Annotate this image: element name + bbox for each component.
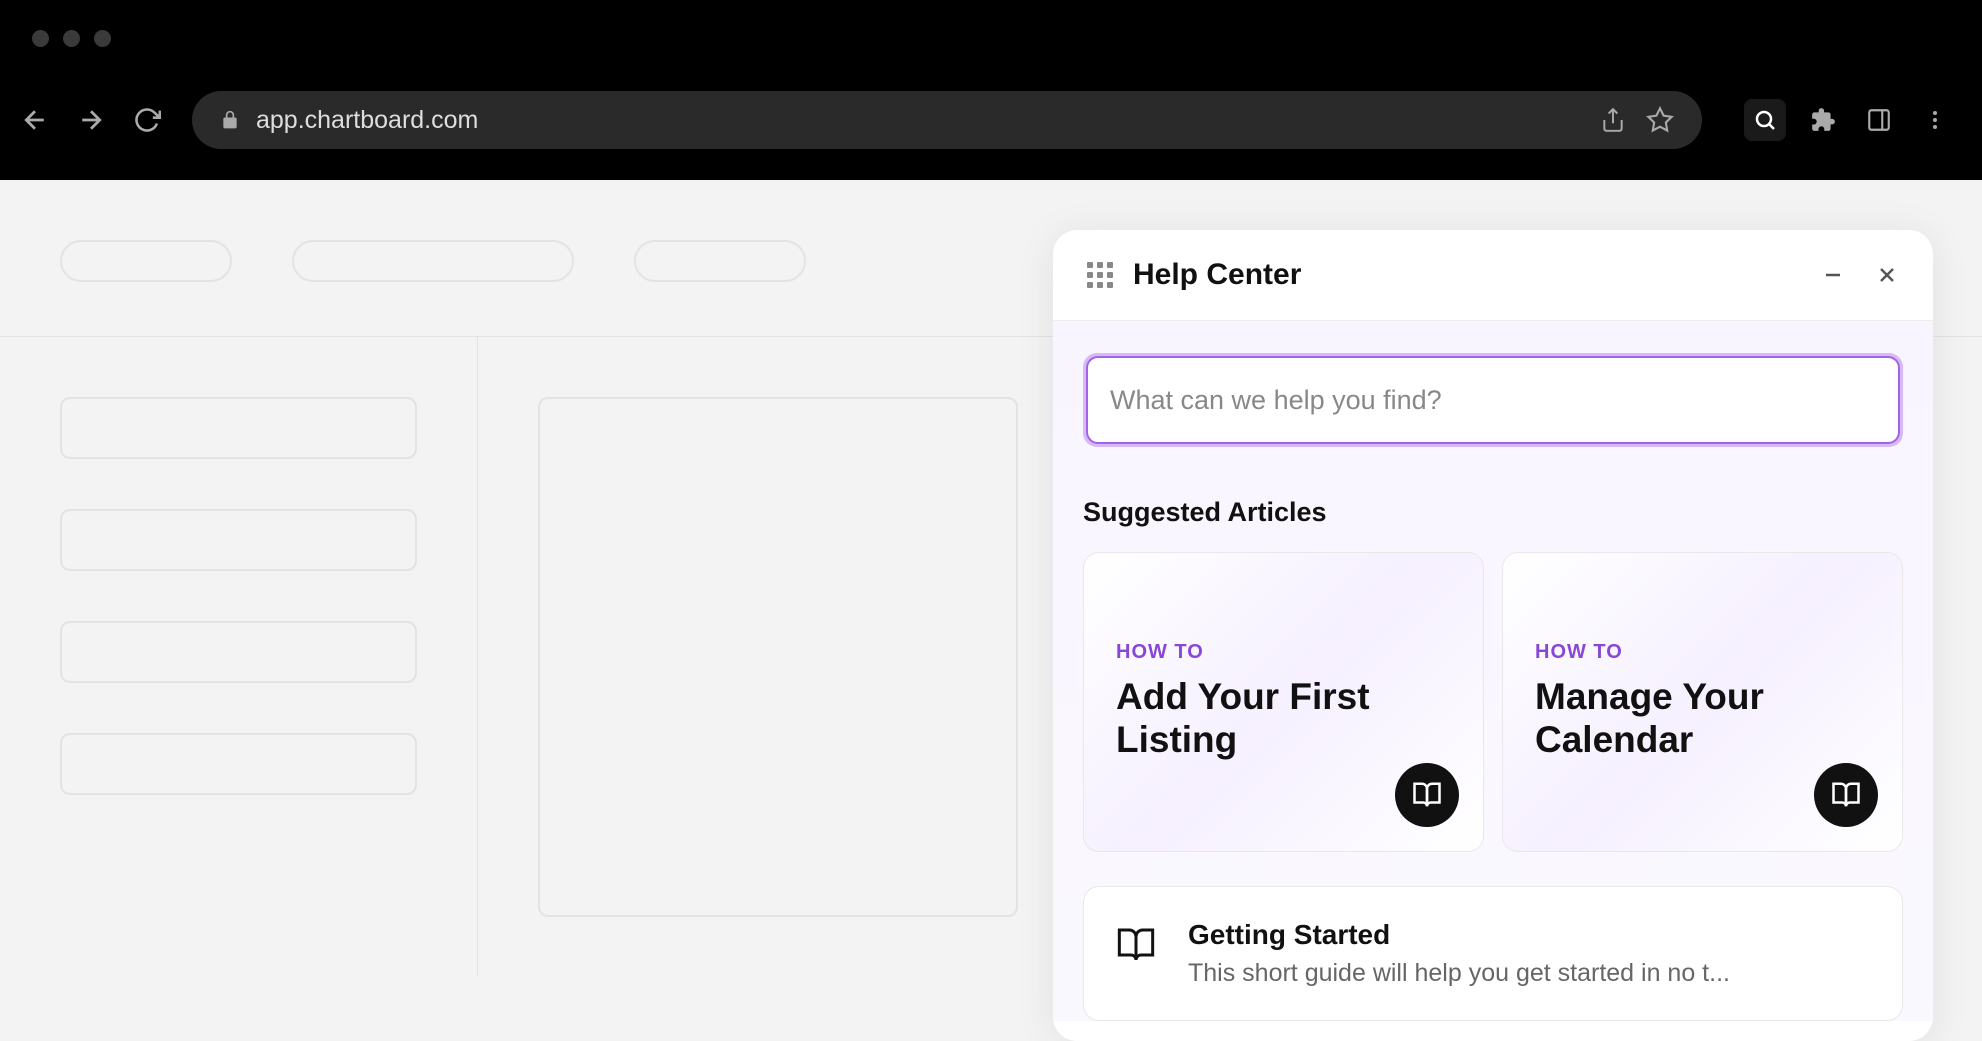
article-card-add-listing[interactable]: HOW TO Add Your First Listing bbox=[1083, 552, 1484, 852]
article-cards-row: HOW TO Add Your First Listing HOW TO Man… bbox=[1083, 552, 1903, 852]
placeholder-pill bbox=[60, 240, 232, 282]
back-button[interactable] bbox=[18, 103, 52, 137]
placeholder-box bbox=[60, 621, 417, 683]
share-button[interactable] bbox=[1600, 107, 1626, 133]
search-wrapper bbox=[1083, 353, 1903, 447]
window-close-dot[interactable] bbox=[32, 30, 49, 47]
placeholder-box bbox=[60, 509, 417, 571]
forward-button[interactable] bbox=[74, 103, 108, 137]
help-header: Help Center bbox=[1053, 230, 1933, 321]
read-article-button[interactable] bbox=[1395, 763, 1459, 827]
placeholder-box bbox=[60, 733, 417, 795]
panel-button[interactable] bbox=[1860, 101, 1898, 139]
drag-handle[interactable] bbox=[1087, 262, 1113, 288]
book-open-icon bbox=[1412, 780, 1442, 810]
placeholder-pill bbox=[634, 240, 806, 282]
placeholder-pill bbox=[292, 240, 574, 282]
url-text: app.chartboard.com bbox=[256, 106, 1584, 135]
list-item-content: Getting Started This short guide will he… bbox=[1188, 919, 1870, 988]
minimize-icon bbox=[1821, 263, 1845, 287]
list-item-title: Getting Started bbox=[1188, 919, 1870, 951]
minimize-button[interactable] bbox=[1821, 263, 1845, 287]
book-open-icon bbox=[1116, 919, 1156, 988]
address-bar-actions bbox=[1600, 106, 1674, 134]
suggested-articles-title: Suggested Articles bbox=[1083, 497, 1903, 528]
read-article-button[interactable] bbox=[1814, 763, 1878, 827]
star-icon bbox=[1646, 106, 1674, 134]
help-header-actions bbox=[1821, 263, 1899, 287]
bookmark-button[interactable] bbox=[1646, 106, 1674, 134]
dots-vertical-icon bbox=[1923, 108, 1947, 132]
share-icon bbox=[1600, 107, 1626, 133]
article-list-item-getting-started[interactable]: Getting Started This short guide will he… bbox=[1083, 886, 1903, 1021]
close-icon bbox=[1875, 263, 1899, 287]
window-controls bbox=[0, 0, 1982, 70]
address-bar[interactable]: app.chartboard.com bbox=[192, 91, 1702, 149]
lock-icon bbox=[220, 110, 240, 130]
window-minimize-dot[interactable] bbox=[63, 30, 80, 47]
search-extension-button[interactable] bbox=[1744, 99, 1786, 141]
placeholder-box bbox=[538, 397, 1018, 917]
reload-button[interactable] bbox=[130, 103, 164, 137]
browser-toolbar: app.chartboard.com bbox=[0, 70, 1982, 170]
sidebar-placeholder bbox=[0, 337, 478, 977]
list-item-description: This short guide will help you get start… bbox=[1188, 959, 1870, 988]
nav-buttons bbox=[18, 103, 164, 137]
search-icon bbox=[1753, 108, 1777, 132]
page-content: Help Center Suggested Articles HOW TO bbox=[0, 180, 1982, 1016]
help-title: Help Center bbox=[1133, 258, 1821, 292]
panel-icon bbox=[1866, 107, 1892, 133]
extension-group bbox=[1744, 99, 1954, 141]
card-eyebrow: HOW TO bbox=[1535, 641, 1870, 664]
reload-icon bbox=[133, 106, 161, 134]
browser-chrome: app.chartboard.com bbox=[0, 0, 1982, 180]
book-open-icon bbox=[1831, 780, 1861, 810]
card-eyebrow: HOW TO bbox=[1116, 641, 1451, 664]
help-body: Suggested Articles HOW TO Add Your First… bbox=[1053, 321, 1933, 1021]
menu-button[interactable] bbox=[1916, 101, 1954, 139]
arrow-left-icon bbox=[20, 105, 50, 135]
arrow-right-icon bbox=[76, 105, 106, 135]
article-card-manage-calendar[interactable]: HOW TO Manage Your Calendar bbox=[1502, 552, 1903, 852]
puzzle-icon bbox=[1810, 107, 1836, 133]
card-title: Manage Your Calendar bbox=[1535, 676, 1870, 761]
search-input[interactable] bbox=[1086, 356, 1900, 444]
extensions-button[interactable] bbox=[1804, 101, 1842, 139]
card-title: Add Your First Listing bbox=[1116, 676, 1451, 761]
main-placeholder bbox=[478, 337, 1078, 977]
placeholder-box bbox=[60, 397, 417, 459]
close-button[interactable] bbox=[1875, 263, 1899, 287]
window-maximize-dot[interactable] bbox=[94, 30, 111, 47]
help-center-panel: Help Center Suggested Articles HOW TO bbox=[1053, 230, 1933, 1041]
